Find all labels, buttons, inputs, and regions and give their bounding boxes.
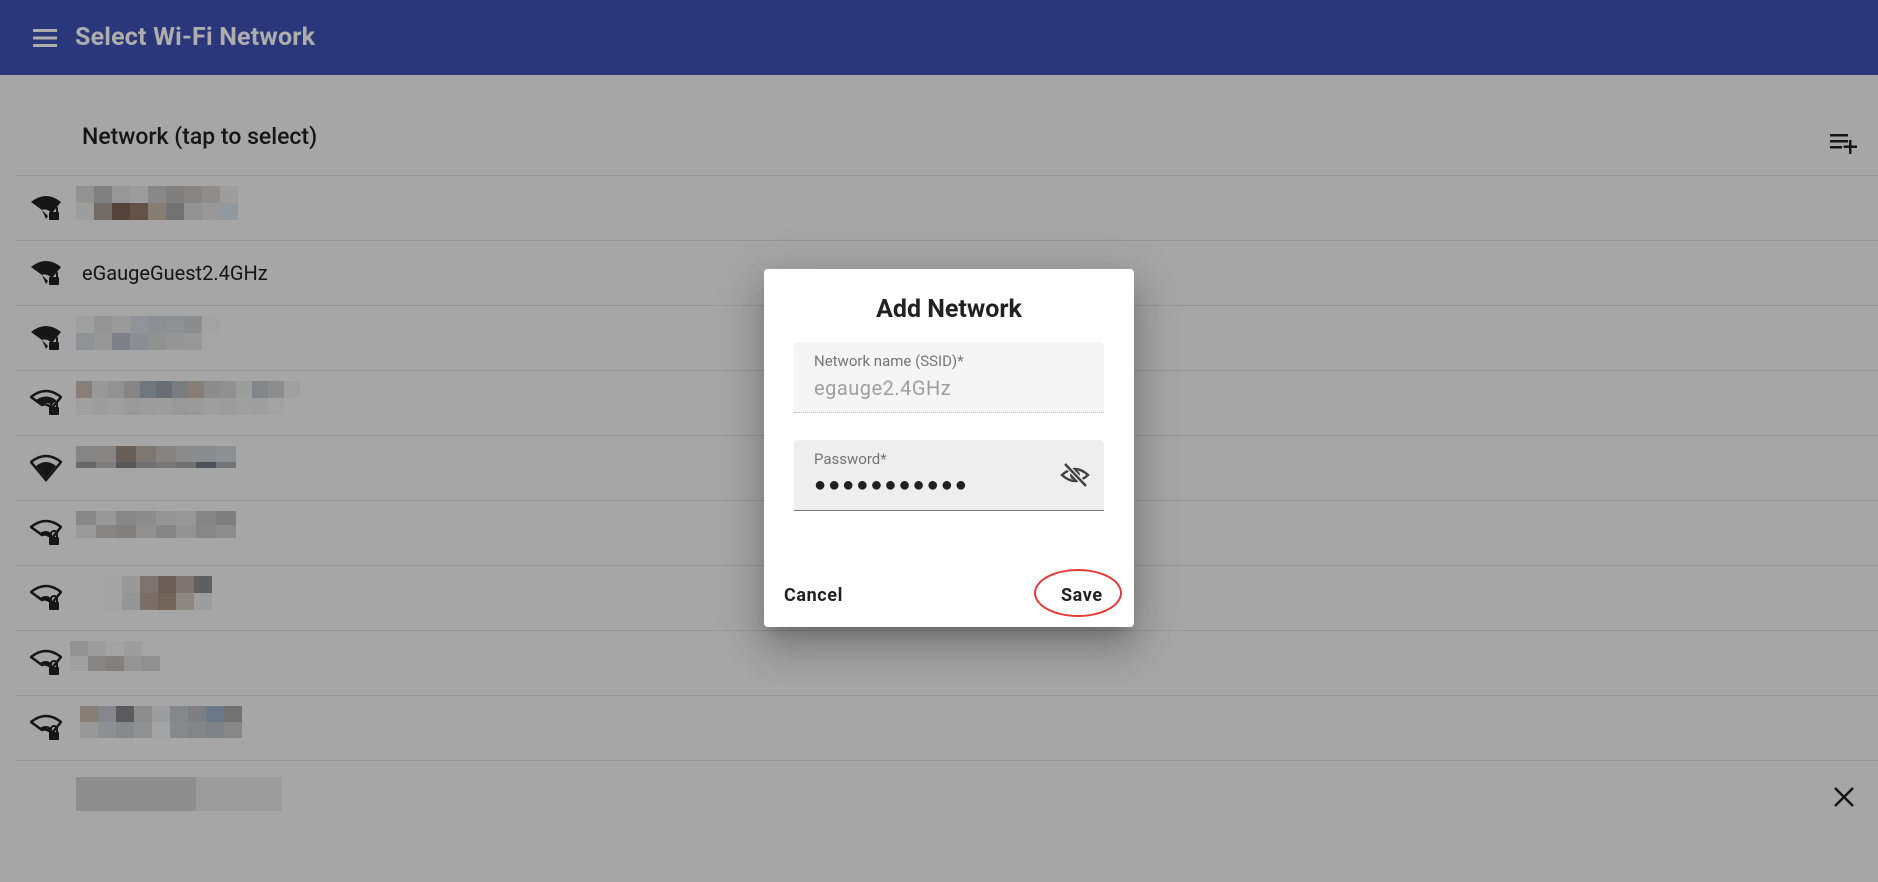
password-field[interactable]: Password* ●●●●●●●●●●● bbox=[794, 440, 1104, 511]
ssid-input[interactable]: egauge2.4GHz bbox=[814, 376, 951, 400]
dialog-title: Add Network bbox=[876, 295, 1022, 324]
highlight-annotation bbox=[1034, 569, 1122, 617]
password-input[interactable]: ●●●●●●●●●●● bbox=[814, 472, 969, 497]
password-label: Password* bbox=[814, 450, 887, 468]
cancel-button[interactable]: Cancel bbox=[774, 581, 853, 610]
ssid-field[interactable]: Network name (SSID)* egauge2.4GHz bbox=[794, 342, 1104, 413]
eye-off-icon[interactable] bbox=[1060, 460, 1090, 490]
ssid-label: Network name (SSID)* bbox=[814, 352, 964, 370]
